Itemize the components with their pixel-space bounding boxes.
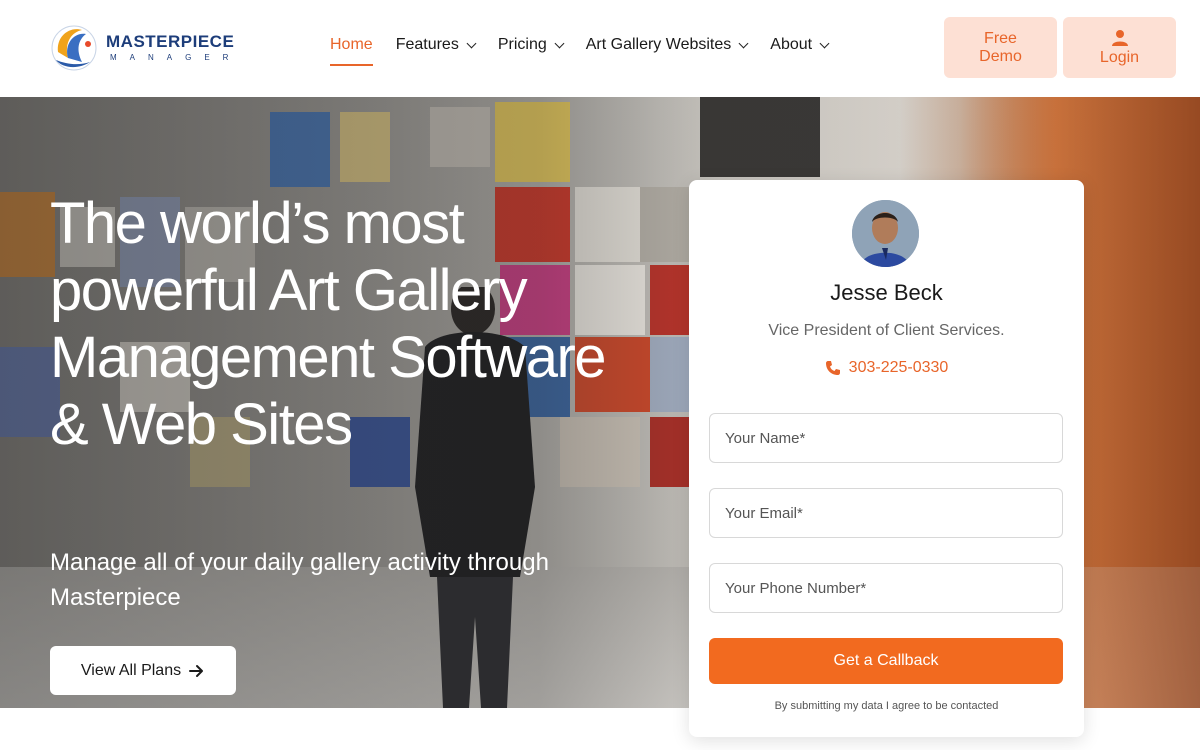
- login-button[interactable]: Login: [1063, 17, 1176, 78]
- nav-label: About: [770, 36, 813, 53]
- arrow-right-icon: [189, 664, 204, 677]
- logo-subtitle: MANAGER: [110, 53, 242, 62]
- nav-label: Features: [395, 36, 459, 53]
- chevron-down-icon: [466, 38, 477, 49]
- rep-name: Jesse Beck: [830, 280, 943, 305]
- nav-item-pricing[interactable]: Pricing: [497, 36, 565, 66]
- nav-item-features[interactable]: Features: [395, 36, 477, 66]
- demo-label-line2: Demo: [979, 47, 1022, 65]
- plans-label: View All Plans: [80, 661, 182, 679]
- user-icon: [1111, 29, 1128, 46]
- callback-label: Get a Callback: [833, 652, 939, 669]
- nav-label: Art Gallery Websites: [585, 36, 732, 53]
- rep-photo: [852, 200, 919, 267]
- nav-item-about[interactable]: About: [770, 36, 830, 66]
- rep-title: Vice President of Client Services.: [768, 322, 1005, 339]
- logo-emblem-icon: [51, 25, 97, 71]
- masterpiece-logo[interactable]: MASTERPIECE MANAGER: [48, 22, 234, 72]
- callback-card: Jesse Beck Vice President of Client Serv…: [689, 180, 1084, 737]
- site-header: MASTERPIECE MANAGER Home Features Pricin…: [0, 0, 1200, 97]
- hero-headline: The world’s most powerful Art Gallery Ma…: [50, 191, 607, 457]
- view-all-plans-button[interactable]: View All Plans: [50, 646, 236, 695]
- phone-icon: [825, 361, 840, 375]
- nav-label: Pricing: [497, 36, 547, 53]
- name-field[interactable]: [709, 413, 1063, 463]
- chevron-down-icon: [554, 38, 565, 49]
- phone-number: 303-225-0330: [848, 359, 949, 376]
- rep-avatar: [852, 200, 919, 267]
- nav-label: Home: [330, 36, 373, 53]
- email-field[interactable]: [709, 488, 1063, 538]
- chevron-down-icon: [819, 38, 830, 49]
- phone-field[interactable]: [709, 563, 1063, 613]
- rep-phone-link[interactable]: 303-225-0330: [689, 359, 1084, 377]
- logo-wordmark: MASTERPIECE: [106, 32, 235, 51]
- consent-text: By submitting my data I agree to be cont…: [774, 700, 999, 712]
- nav-item-art-gallery-websites[interactable]: Art Gallery Websites: [585, 36, 749, 66]
- get-callback-button[interactable]: Get a Callback: [709, 638, 1063, 684]
- demo-label-line1: Free: [984, 29, 1017, 47]
- hero-subline: Manage all of your daily gallery activit…: [50, 549, 549, 611]
- free-demo-button[interactable]: Free Demo: [944, 17, 1057, 78]
- login-label: Login: [1099, 48, 1140, 66]
- nav-item-home[interactable]: Home: [330, 36, 373, 66]
- chevron-down-icon: [738, 38, 749, 49]
- main-nav: Home Features Pricing Art Gallery Websit…: [330, 36, 851, 66]
